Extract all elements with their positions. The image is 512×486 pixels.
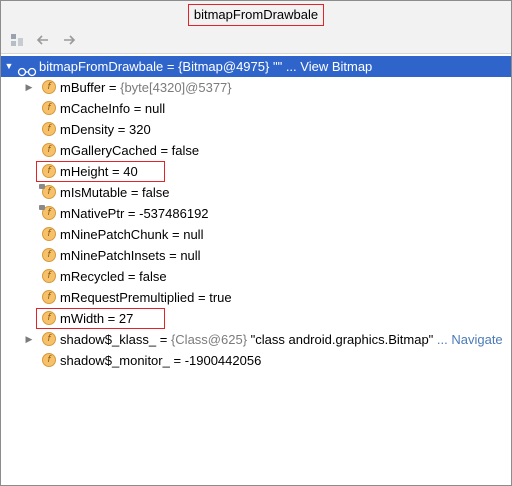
field-equals: =	[105, 80, 121, 95]
final-field-icon: f	[39, 184, 56, 199]
tree-row-field[interactable]: f mHeight = 40	[1, 161, 511, 182]
tree-row-field[interactable]: f shadow$_monitor_ = -1900442056	[1, 350, 511, 371]
navigate-link[interactable]: ... Navigate	[433, 332, 503, 347]
field-value: 320	[129, 122, 151, 137]
view-bitmap-link[interactable]: ... View Bitmap	[286, 59, 372, 74]
field-name: mNativePtr	[60, 206, 125, 221]
tree-row-field[interactable]: f mWidth = 27	[1, 308, 511, 329]
highlight-box	[36, 161, 165, 182]
tree-row-field[interactable]: f mGalleryCached = false	[1, 140, 511, 161]
debugger-variables-window: bitmapFromDrawbale ▼ bitmapFromDrawbale …	[0, 0, 512, 486]
tree-row-field[interactable]: f mNinePatchInsets = null	[1, 245, 511, 266]
lock-icon	[39, 205, 45, 210]
field-equals: =	[124, 206, 140, 221]
field-type: {Class@625}	[170, 332, 248, 347]
collapse-arrow-icon[interactable]: ▼	[3, 56, 15, 77]
field-type: {byte[4320]@5377}	[120, 80, 232, 95]
field-equals: =	[169, 353, 185, 368]
field-value: -1900442056	[184, 353, 262, 368]
field-value: true	[209, 290, 232, 305]
field-value: false	[171, 143, 200, 158]
root-value: = {Bitmap@4975} ""	[163, 59, 283, 74]
field-value: null	[144, 101, 166, 116]
tree-row-field[interactable]: f mRecycled = false	[1, 266, 511, 287]
toolbar	[1, 27, 511, 54]
field-name: shadow$_klass_	[60, 332, 157, 347]
tree-row-field[interactable]: f mNinePatchChunk = null	[1, 224, 511, 245]
layout-icon[interactable]	[9, 32, 25, 48]
field-equals: =	[127, 185, 143, 200]
field-name: mBuffer	[60, 80, 106, 95]
field-icon: f	[42, 80, 56, 94]
field-icon: f	[42, 332, 56, 346]
field-value: null	[183, 227, 204, 242]
field-value: false	[139, 269, 167, 284]
field-icon: f	[42, 269, 56, 283]
title-bar: bitmapFromDrawbale	[1, 1, 511, 27]
tree-row-field[interactable]: f mIsMutable = false	[1, 182, 511, 203]
field-value: "class android.graphics.Bitmap"	[247, 332, 434, 347]
highlight-box	[36, 308, 165, 329]
field-value: false	[142, 185, 170, 200]
tree-row-field[interactable]: ▶ f mBuffer = {byte[4320]@5377}	[1, 77, 511, 98]
field-icon: f	[42, 143, 56, 157]
field-value: null	[180, 248, 201, 263]
tree-row-root[interactable]: ▼ bitmapFromDrawbale = {Bitmap@4975} "" …	[1, 56, 511, 77]
window-title: bitmapFromDrawbale	[187, 3, 325, 26]
field-equals: =	[194, 290, 210, 305]
field-name: mRecycled	[60, 269, 125, 284]
back-arrow-icon[interactable]	[35, 32, 51, 48]
root-name: bitmapFromDrawbale	[39, 59, 164, 74]
field-name: mRequestPremultiplied	[60, 290, 195, 305]
field-name: shadow$_monitor_	[60, 353, 170, 368]
field-name: mCacheInfo	[60, 101, 131, 116]
tree-row-field[interactable]: f mNativePtr = -537486192	[1, 203, 511, 224]
field-name: mIsMutable	[60, 185, 128, 200]
variables-tree: ▼ bitmapFromDrawbale = {Bitmap@4975} "" …	[1, 56, 511, 371]
field-icon: f	[42, 248, 56, 262]
field-equals: =	[156, 143, 172, 158]
forward-arrow-icon[interactable]	[61, 32, 77, 48]
field-name: mDensity	[60, 122, 115, 137]
field-icon: f	[42, 122, 56, 136]
field-value: -537486192	[139, 206, 209, 221]
tree-row-field[interactable]: f mDensity = 320	[1, 119, 511, 140]
field-icon: f	[42, 290, 56, 304]
field-equals: =	[165, 248, 181, 263]
expand-arrow-icon[interactable]: ▶	[23, 77, 35, 98]
tree-row-field[interactable]: f mCacheInfo = null	[1, 98, 511, 119]
final-field-icon: f	[39, 205, 56, 220]
field-equals: =	[114, 122, 130, 137]
field-icon: f	[42, 353, 56, 367]
lock-icon	[39, 184, 45, 189]
expand-arrow-icon[interactable]: ▶	[23, 329, 35, 350]
field-equals: =	[156, 332, 171, 347]
field-icon: f	[42, 101, 56, 115]
field-equals: =	[130, 101, 145, 116]
field-name: mNinePatchChunk	[60, 227, 169, 242]
tree-row-field[interactable]: f mRequestPremultiplied = true	[1, 287, 511, 308]
tree-row-field[interactable]: ▶ f shadow$_klass_ = {Class@625} "class an…	[1, 329, 511, 350]
field-name: mNinePatchInsets	[60, 248, 166, 263]
field-icon: f	[42, 227, 56, 241]
field-equals: =	[168, 227, 184, 242]
field-name: mGalleryCached	[60, 143, 157, 158]
field-equals: =	[124, 269, 140, 284]
